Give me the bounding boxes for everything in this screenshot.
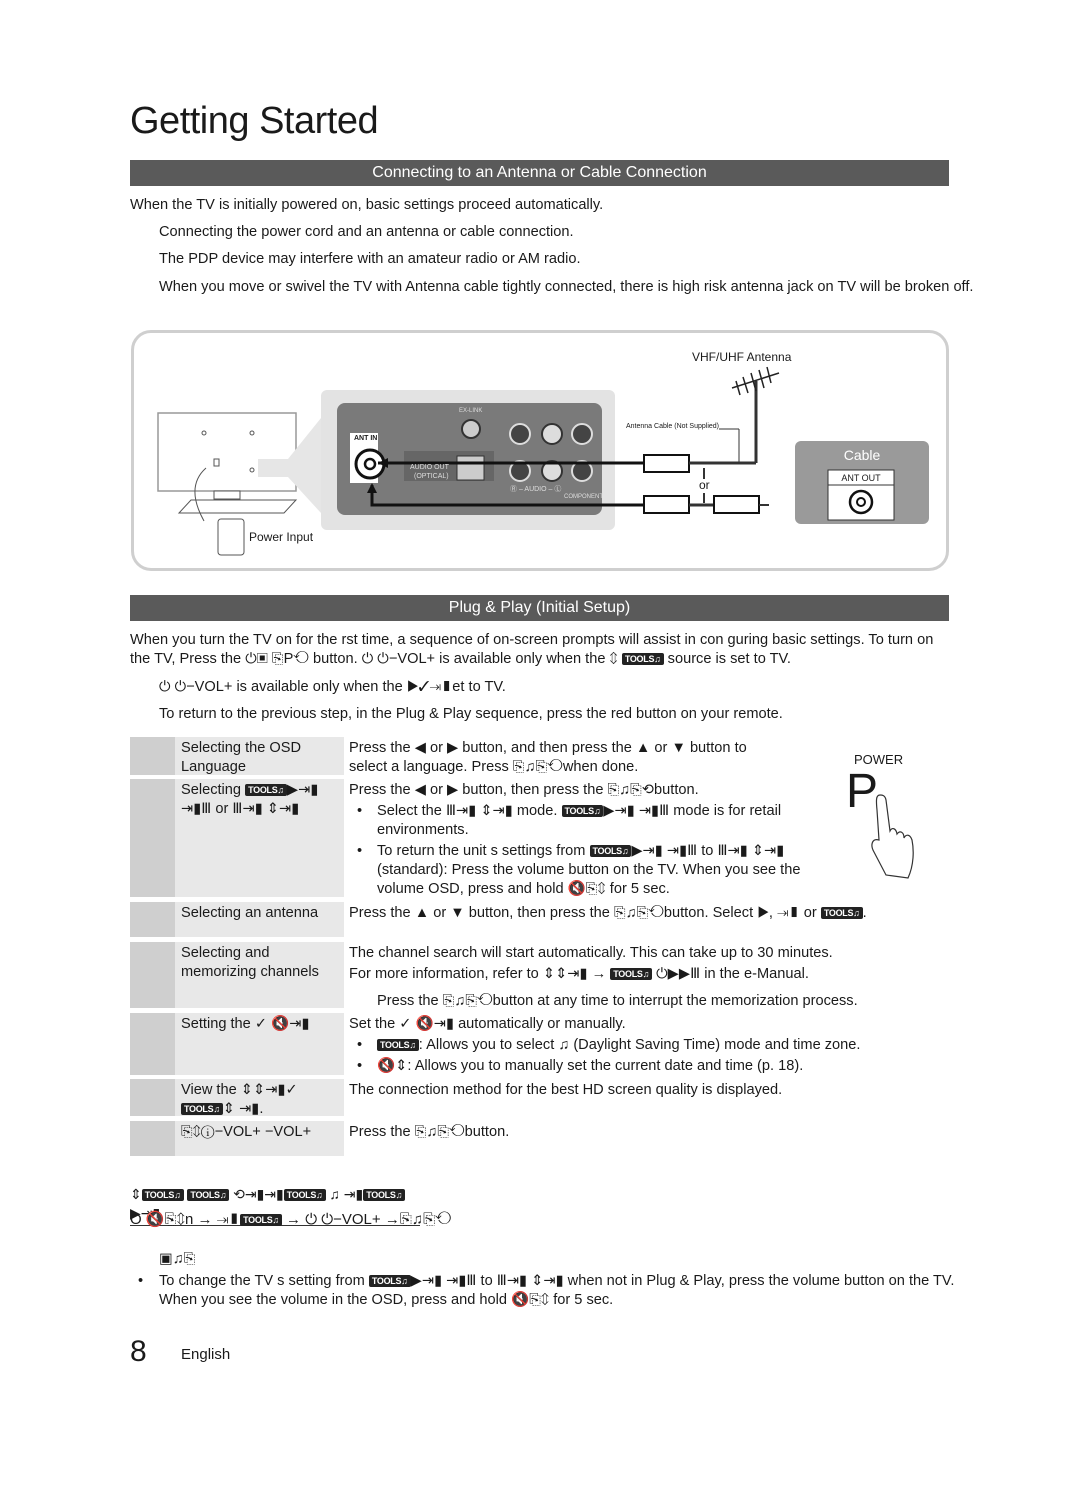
section-header-plug-and-play: Plug & Play (Initial Setup) bbox=[130, 595, 949, 621]
tools-button-icon: TOOLS♫ bbox=[187, 1189, 230, 1201]
step-line: Set the ✓ 🔇⇥▮ automatically or manually. bbox=[349, 1016, 626, 1032]
intro-text: When the TV is initially powered on, bas… bbox=[130, 197, 604, 213]
tools-button-icon: TOOLS♫ bbox=[610, 968, 653, 980]
step-marker bbox=[130, 779, 175, 897]
antenna-icon bbox=[731, 366, 780, 396]
note: To return to the previous step, in the P… bbox=[159, 706, 783, 722]
tools-button-icon: TOOLS♫ bbox=[377, 1039, 419, 1051]
setup-step-row: View the ⇕⇕⇥▮✓ TOOLS♫ ⇕ ⇥▮. The connection… bbox=[130, 1079, 950, 1117]
step-label: View the ⇕⇕⇥▮✓ TOOLS♫ ⇕ ⇥▮. bbox=[175, 1079, 344, 1117]
step-line: The channel search will start automatica… bbox=[349, 945, 833, 961]
connection-diagram: VHF/UHF Antenna Antenna Cable (Not Suppl… bbox=[131, 330, 949, 571]
step-label: Selecting an antenna bbox=[175, 902, 344, 937]
hand-pressing-icon bbox=[871, 794, 914, 879]
tools-button-icon: TOOLS♫ bbox=[363, 1189, 406, 1201]
tools-button-icon: TOOLS♫ bbox=[240, 1214, 282, 1226]
step-marker bbox=[130, 1013, 175, 1075]
step-bullet: Select the Ⅲ⇥▮ ⇕⇥▮ mode. TOOLS♫▶⇥▮ ⇥▮Ⅲ m… bbox=[349, 802, 847, 840]
note: ⏻ ⏻−VOL+ is available only when the ▶✓⇥▮… bbox=[159, 679, 506, 695]
or-label: or bbox=[699, 478, 710, 492]
final-bullet-line: To change the TV s setting from TOOLS♫ ▶⇥… bbox=[159, 1273, 955, 1289]
tools-button-icon: TOOLS♫ bbox=[368, 1275, 411, 1287]
step-label: Setting the ✓ 🔇⇥▮ bbox=[175, 1013, 344, 1075]
setup-step-row: Selecting the OSD Language Press the ◀ or… bbox=[130, 737, 950, 775]
component-label: COMPONENT bbox=[564, 494, 603, 500]
tools-button-icon: TOOLS♫ bbox=[820, 907, 863, 919]
page-title: Getting Started bbox=[130, 100, 379, 142]
step-label: Selecting TOOLS♫ ▶⇥▮ ⇥▮Ⅲ or Ⅲ⇥▮ ⇕⇥▮ bbox=[175, 779, 344, 897]
note: When you move or swivel the TV with Ante… bbox=[159, 279, 974, 295]
cable-title: Cable bbox=[843, 447, 881, 463]
step-marker bbox=[130, 1079, 175, 1116]
audio-label: Ⓡ – AUDIO – Ⓛ bbox=[510, 486, 562, 493]
step-bullet: To return the unit s settings from TOOLS… bbox=[349, 842, 847, 899]
step-content: Press the ▲ or ▼ button, then press the … bbox=[349, 904, 950, 923]
step-marker bbox=[130, 1121, 175, 1156]
tools-button-icon: TOOLS♫ bbox=[245, 784, 287, 796]
note: The PDP device may interfere with an ama… bbox=[159, 251, 581, 267]
tools-button-icon: TOOLS♫ bbox=[561, 805, 604, 817]
cable-label: Antenna Cable (Not Supplied) bbox=[626, 423, 720, 430]
step-label: Selecting the OSD Language bbox=[175, 737, 344, 775]
tools-button-icon: TOOLS♫ bbox=[589, 845, 632, 857]
tools-button-icon: TOOLS♫ bbox=[141, 1189, 184, 1201]
setup-step-row: Selecting an antenna Press the ▲ or ▼ but… bbox=[130, 902, 950, 937]
power-input-label: Power Input bbox=[249, 530, 314, 544]
reset-sub: ▣♫⎘ bbox=[159, 1251, 196, 1267]
intro-line: the TV, Press the ⏻▣ ⎘P⟲ button. ⏻ ⏻−VOL… bbox=[130, 651, 791, 667]
step-label: Selecting and memorizing channels bbox=[175, 942, 344, 1008]
step-line: The connection method for the best HD sc… bbox=[349, 1082, 783, 1098]
ant-out-label: ANT OUT bbox=[841, 473, 881, 483]
note: Connecting the power cord and an antenna… bbox=[159, 224, 574, 240]
step-note: Press the ⎘♫⎘⟲button at any time to inte… bbox=[377, 993, 858, 1009]
ex-link-label: EX-LINK bbox=[459, 408, 483, 414]
reset-line: O 🔇⎘⇕n → ⇥▮ TOOLS♫ → ⏻ ⏻−VOL+ →⎘♫⎘⟲ bbox=[130, 1211, 452, 1228]
tv-back bbox=[157, 412, 297, 492]
language-label: English bbox=[181, 1346, 231, 1363]
intro-line: When you turn the TV on for the rst time… bbox=[130, 632, 934, 648]
step-line: Press the ▲ or ▼ button, then press the … bbox=[349, 905, 867, 921]
step-line: Press the ⎘♫⎘⟲button. bbox=[349, 1124, 510, 1140]
step-content: The channel search will start automatica… bbox=[349, 944, 950, 1011]
setup-step-row: Setting the ✓ 🔇⇥▮ Set the ✓ 🔇⇥▮ automatic… bbox=[130, 1013, 950, 1076]
tools-button-icon: TOOLS♫ bbox=[283, 1189, 326, 1201]
step-bullet: 🔇⇕: Allows you to manually set the curre… bbox=[349, 1057, 950, 1076]
step-marker bbox=[130, 737, 175, 775]
ant-in-label: ANT IN bbox=[354, 435, 378, 442]
step-marker bbox=[130, 942, 175, 1008]
setup-step-row: ⎘⇕ⓘ−VOL+ −VOL+ Press the ⎘♫⎘⟲button. bbox=[130, 1121, 950, 1156]
step-bullet: TOOLS♫: Allows you to select ♫ (Daylight… bbox=[349, 1036, 950, 1055]
step-content: The connection method for the best HD sc… bbox=[349, 1081, 950, 1100]
tools-button-icon: TOOLS♫ bbox=[181, 1103, 223, 1115]
tools-button-icon: TOOLS♫ bbox=[621, 653, 664, 665]
step-marker bbox=[130, 902, 175, 937]
setup-step-row: Selecting TOOLS♫ ▶⇥▮ ⇥▮Ⅲ or Ⅲ⇥▮ ⇕⇥▮ Press … bbox=[130, 779, 950, 897]
final-bullet: To change the TV s setting from TOOLS♫▶⇥… bbox=[130, 1272, 1080, 1310]
page-number: 8 bbox=[130, 1335, 147, 1368]
audio-out-label: AUDIO OUT bbox=[410, 464, 449, 471]
step-content: Set the ✓ 🔇⇥▮ automatically or manually.… bbox=[349, 1015, 950, 1076]
step-label: ⎘⇕ⓘ−VOL+ −VOL+ bbox=[175, 1121, 344, 1156]
section-header-antenna: Connecting to an Antenna or Cable Connec… bbox=[130, 160, 949, 186]
antenna-label: VHF/UHF Antenna bbox=[692, 350, 792, 364]
setup-step-row: Selecting and memorizing channels The cha… bbox=[130, 942, 950, 1011]
step-line: For more information, refer to ⇕⇕⇥▮ → TO… bbox=[349, 966, 809, 982]
optical-label: (OPTICAL) bbox=[414, 473, 449, 480]
final-bullet-line: When you see the volume in the OSD, pres… bbox=[159, 1292, 614, 1308]
step-content: Press the ⎘♫⎘⟲button. bbox=[349, 1123, 950, 1142]
